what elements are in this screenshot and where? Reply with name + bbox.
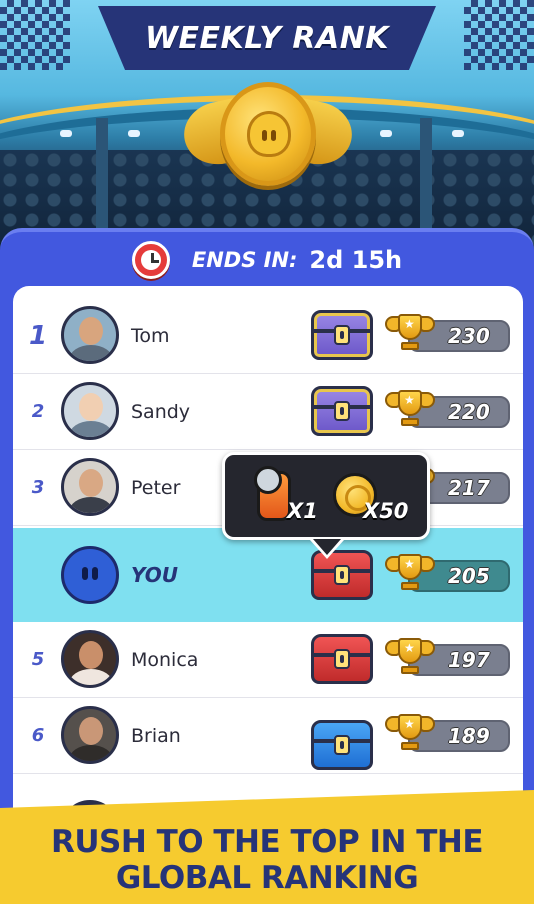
score-value: 217 bbox=[448, 476, 490, 500]
reward-tooltip: X1 X50 bbox=[222, 452, 430, 559]
rank-number: 1 bbox=[28, 320, 48, 351]
player-name: Monica bbox=[131, 648, 199, 671]
purple-chest-icon[interactable] bbox=[311, 386, 373, 436]
trophy-icon: ★ bbox=[385, 312, 435, 356]
current-player-row[interactable]: YOU 205 ★ bbox=[13, 528, 523, 622]
player-name: Tom bbox=[131, 324, 170, 347]
avatar bbox=[61, 458, 119, 516]
stadium-light bbox=[380, 130, 392, 137]
player-avatar bbox=[61, 546, 119, 604]
player-name: Sandy bbox=[131, 400, 191, 423]
player-name: Peter bbox=[131, 476, 181, 499]
coin-quantity: X50 bbox=[363, 499, 409, 523]
score-value: 205 bbox=[448, 564, 490, 588]
stadium-pillar bbox=[96, 118, 108, 228]
promo-line-1: RUSH TO THE TOP IN THE bbox=[50, 824, 484, 860]
leaderboard-row[interactable]: 2 Sandy 220 ★ bbox=[13, 374, 523, 450]
player-name: Brian bbox=[131, 724, 181, 747]
avatar bbox=[61, 630, 119, 688]
avatar bbox=[61, 306, 119, 364]
checker-flag-right bbox=[464, 0, 534, 70]
blue-chest-icon[interactable] bbox=[311, 720, 373, 770]
rank-number: 3 bbox=[31, 477, 45, 498]
rank-number: 2 bbox=[31, 401, 45, 422]
score-value: 230 bbox=[448, 324, 490, 348]
player-name: YOU bbox=[131, 563, 179, 587]
clock-icon bbox=[131, 241, 170, 279]
trophy-icon: ★ bbox=[385, 552, 435, 596]
boost-quantity: X1 bbox=[287, 499, 318, 523]
promo-banner: RUSH TO THE TOP IN THE GLOBAL RANKING bbox=[0, 790, 534, 904]
score-value: 189 bbox=[448, 724, 490, 748]
avatar bbox=[61, 382, 119, 440]
ends-in-label: ENDS IN: bbox=[191, 248, 298, 272]
avatar bbox=[61, 706, 119, 764]
page-title: WEEKLY RANK bbox=[144, 20, 390, 56]
stadium-light bbox=[128, 130, 140, 137]
ends-in-value: 2d 15h bbox=[309, 246, 403, 274]
stadium-light bbox=[452, 130, 464, 137]
rank-number bbox=[23, 528, 53, 622]
red-chest-icon[interactable] bbox=[311, 634, 373, 684]
leaderboard-list[interactable]: 1 Tom 230 ★ 2 Sandy 220 ★ 3 Peter 217 YO… bbox=[13, 286, 523, 846]
leaderboard-row[interactable]: 6 Brian 189 ★ bbox=[13, 698, 523, 774]
trophy-icon: ★ bbox=[385, 636, 435, 680]
rank-number: 6 bbox=[31, 725, 45, 746]
stadium-light bbox=[60, 130, 72, 137]
purple-chest-icon[interactable] bbox=[311, 310, 373, 360]
leaderboard-row[interactable]: 5 Monica 197 ★ bbox=[13, 622, 523, 698]
trophy-icon: ★ bbox=[385, 712, 435, 756]
score-value: 220 bbox=[448, 400, 490, 424]
promo-line-2: GLOBAL RANKING bbox=[115, 860, 419, 896]
countdown-row: ENDS IN: 2d 15h bbox=[0, 240, 534, 280]
checker-flag-left bbox=[0, 0, 70, 70]
stadium-pillar bbox=[420, 118, 432, 228]
rank-number: 5 bbox=[31, 649, 45, 670]
boost-item-icon bbox=[254, 466, 291, 521]
score-value: 197 bbox=[448, 648, 490, 672]
trophy-icon: ★ bbox=[385, 388, 435, 432]
title-banner: WEEKLY RANK bbox=[98, 6, 436, 70]
winged-coin-medal-icon bbox=[178, 82, 358, 200]
leaderboard-row[interactable]: 1 Tom 230 ★ bbox=[13, 298, 523, 374]
